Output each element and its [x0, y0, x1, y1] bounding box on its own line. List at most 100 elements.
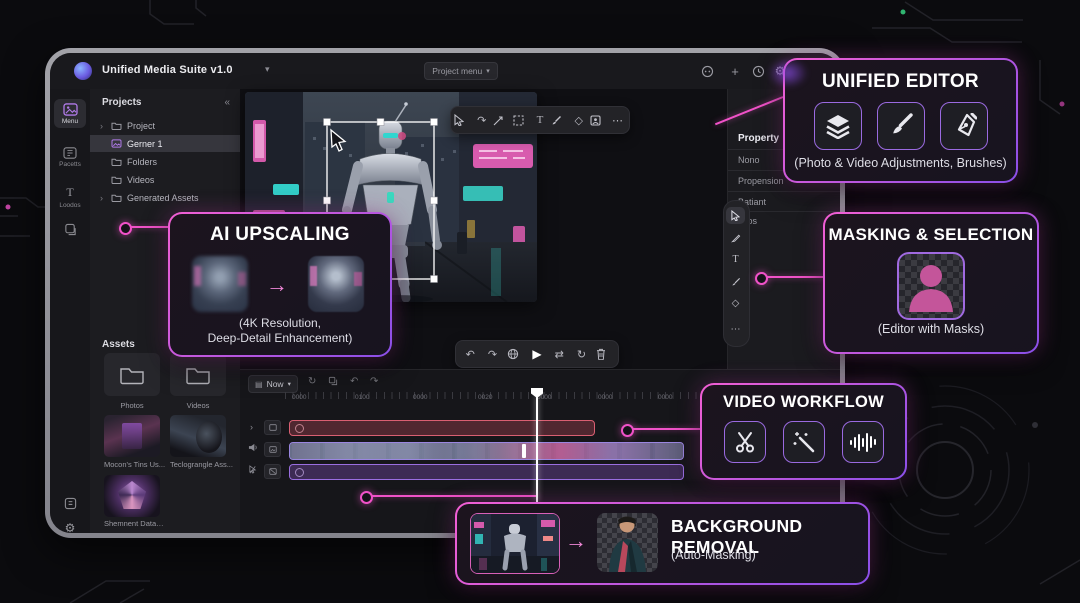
marquee-tool-icon[interactable] [513, 115, 529, 126]
settings-gear-icon[interactable]: ⚙ [54, 521, 86, 533]
text-tool-icon[interactable]: T [726, 251, 745, 268]
rail-item-loodos[interactable]: T Loodos [54, 185, 86, 209]
callout-masking-selection: MASKING & SELECTION (Editor with Masks) [823, 212, 1039, 354]
tree-label: Generated Assets [127, 193, 199, 203]
purple-glow-decoration [768, 58, 808, 88]
asset-file-label: Teclograngle Ass... [170, 460, 234, 469]
loop-icon[interactable]: ↻ [308, 376, 316, 387]
connector-node [360, 491, 373, 504]
track-lock-icon[interactable] [248, 465, 258, 474]
tree-item-project[interactable]: › Project [90, 117, 240, 134]
upscale-after-thumbnail [308, 256, 364, 312]
history-clock-icon[interactable] [749, 62, 767, 80]
trim-icon[interactable]: ⇄ [551, 348, 567, 361]
trash-icon[interactable] [596, 348, 612, 360]
text-tool-icon[interactable]: T [532, 114, 548, 126]
brush-tool-icon[interactable] [551, 115, 567, 126]
callout-subtitle: (Editor with Masks) [825, 322, 1037, 336]
asset-file-label: Shemnent Datas... [104, 519, 166, 528]
play-button[interactable]: ▶ [529, 347, 545, 361]
tree-item-videos[interactable]: Videos [90, 171, 240, 188]
bg-removal-before-thumbnail [470, 513, 560, 574]
folder-icon [111, 175, 122, 184]
audio-clip[interactable] [289, 420, 595, 436]
project-menu-button[interactable]: Project menu ▾ [424, 62, 498, 80]
waveform-icon [842, 421, 884, 463]
pen-nib-icon [940, 102, 988, 150]
undo-icon[interactable]: ↶ [462, 348, 478, 361]
projects-header: Projects [102, 97, 141, 108]
connector-line [633, 428, 701, 430]
property-item[interactable]: Nono [738, 155, 760, 165]
more-tools-icon[interactable]: ⋯ [610, 114, 626, 127]
duplicate-icon[interactable] [328, 376, 338, 386]
asset-thumbnail[interactable] [104, 415, 160, 457]
shape-tool-icon[interactable]: ◇ [726, 295, 745, 312]
canvas-toolbar: ↷ T ◇ ⋯ [450, 106, 630, 134]
rail-item-menu[interactable]: Menu [54, 99, 86, 128]
rail-item-info[interactable] [54, 497, 86, 512]
callout-video-workflow: VIDEO WORKFLOW [700, 383, 907, 480]
track2-thumb-icon[interactable] [264, 442, 281, 457]
tree-item-folders[interactable]: Folders [90, 153, 240, 170]
callout-title: UNIFIED EDITOR [785, 71, 1016, 93]
effects-clip[interactable] [289, 464, 684, 480]
add-icon[interactable]: + [726, 62, 744, 80]
track-audio-icon[interactable] [248, 443, 258, 452]
asset-thumbnail[interactable] [104, 475, 160, 517]
ruler-tick: 0000 [658, 394, 672, 401]
callout-ai-upscaling: AI UPSCALING → (4K Resolution, Deep-Deta… [168, 212, 392, 357]
asset-thumbnail[interactable] [170, 415, 226, 457]
folder-icon [185, 365, 211, 385]
redo-icon[interactable]: ↷ [370, 376, 378, 387]
chevron-right-icon: › [100, 121, 106, 131]
select-tool-icon[interactable] [454, 114, 470, 126]
ruler-tick: 0000 [292, 394, 306, 401]
text-tool-icon: T [54, 185, 86, 200]
frame-tool-icon[interactable] [590, 115, 606, 126]
video-clip[interactable] [289, 442, 684, 460]
refresh-icon[interactable]: ↻ [574, 348, 590, 361]
assets-folder-photos[interactable] [104, 353, 160, 396]
wand-icon [783, 421, 825, 463]
brush-tool-icon[interactable] [726, 273, 745, 290]
arrow-right-icon: → [565, 528, 587, 554]
ruler-tick: 0000 [598, 394, 612, 401]
collapse-panel-icon[interactable]: « [224, 97, 230, 108]
track-expand-icon[interactable]: › [250, 422, 253, 432]
connector-node [755, 272, 768, 285]
more-tools-icon[interactable]: ⋯ [726, 321, 745, 338]
connector-line [767, 276, 824, 278]
folder-icon [111, 193, 122, 202]
tree-label: Project [127, 121, 155, 131]
chevron-down-icon: ▾ [288, 380, 291, 388]
render-sphere-icon[interactable] [507, 348, 523, 360]
select-tool-icon[interactable] [726, 207, 745, 224]
chevron-down-icon[interactable]: ▾ [265, 64, 270, 75]
image-icon [54, 103, 86, 116]
left-rail: Menu Pacetts T Loodos [50, 89, 91, 533]
playback-bar: ↶ ↷ ▶ ⇄ ↻ [455, 340, 619, 368]
pen-tool-icon[interactable] [726, 229, 745, 246]
comments-icon[interactable] [698, 62, 716, 80]
track1-thumb-icon[interactable] [264, 420, 281, 435]
rail-label: Loodos [59, 202, 80, 209]
tree-item-gerner1-selected[interactable]: Gerner 1 [90, 135, 240, 152]
playhead-line[interactable] [536, 396, 538, 502]
undo-icon[interactable]: ↶ [350, 376, 358, 387]
app-logo [74, 62, 92, 80]
tree-item-generated-assets[interactable]: › Generated Assets [90, 189, 240, 206]
shape-tool-icon[interactable]: ◇ [571, 114, 587, 127]
rail-item-files[interactable] [54, 223, 86, 238]
redo-icon[interactable]: ↷ [485, 348, 501, 361]
rotate-tool-icon[interactable]: ↷ [474, 114, 490, 127]
property-item[interactable]: Propension [738, 176, 784, 186]
clip-insert-marker[interactable] [522, 444, 526, 458]
info-panel-icon [54, 497, 86, 510]
ruler-tick: 0000 [413, 394, 427, 401]
timeline-now-button[interactable]: ▤ Now ▾ [248, 375, 298, 393]
assets-folder-videos[interactable] [170, 353, 226, 396]
rail-item-pacetts[interactable]: Pacetts [54, 147, 86, 168]
cut-tool-icon[interactable] [493, 115, 509, 126]
track3-thumb-icon[interactable] [264, 464, 281, 479]
